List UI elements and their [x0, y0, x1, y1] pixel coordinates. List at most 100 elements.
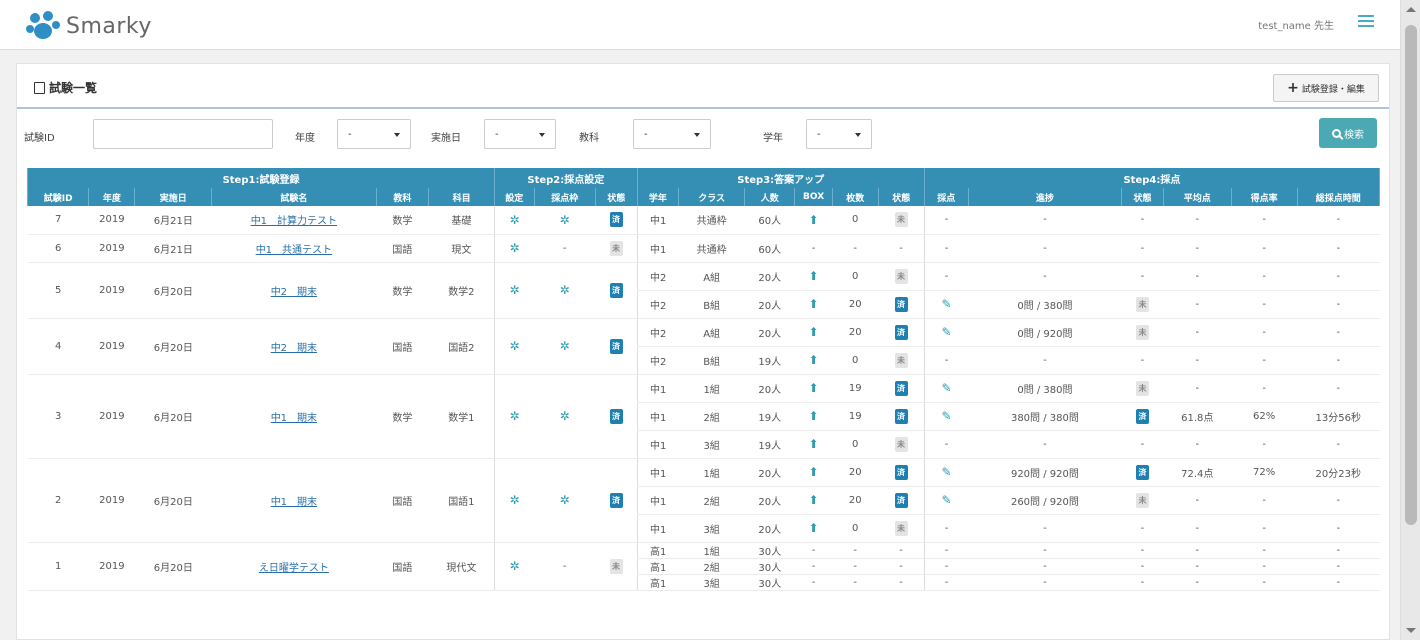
status-badge[interactable]: 未 [1135, 324, 1149, 340]
step4-status[interactable]: 未 [1121, 290, 1164, 319]
grade-select[interactable]: - [806, 119, 872, 149]
frame-cell[interactable]: - [534, 234, 596, 263]
step4-status[interactable]: 済 [1121, 402, 1164, 431]
exam-name[interactable]: 中1 共通テスト [211, 234, 377, 263]
gear-icon[interactable]: ✲ [510, 559, 520, 573]
column-header[interactable]: 年度 [88, 188, 136, 206]
pencil-icon[interactable]: ✎ [941, 493, 951, 507]
status-badge[interactable]: 未 [1135, 296, 1149, 312]
exam-name[interactable]: 中1 期末 [211, 458, 377, 543]
grade-cell[interactable]: ✎ [923, 458, 969, 487]
step4-status[interactable]: 未 [1121, 374, 1164, 403]
step3-status[interactable]: 未 [878, 262, 925, 291]
column-header[interactable]: 教科 [375, 188, 430, 206]
upload-icon[interactable]: ⬆ [809, 213, 819, 227]
date-select[interactable]: - [484, 119, 556, 149]
column-header[interactable]: 設定 [494, 188, 535, 206]
step2-status[interactable]: 済 [595, 458, 638, 543]
frame-cell[interactable]: ✲ [534, 318, 596, 375]
gear-icon[interactable]: ✲ [560, 283, 570, 297]
gear-icon[interactable]: ✲ [510, 339, 520, 353]
box-cell[interactable]: ⬆ [794, 290, 833, 319]
box-cell[interactable]: ⬆ [794, 374, 833, 403]
subject-select[interactable]: - [633, 119, 711, 149]
status-badge[interactable]: 未 [609, 240, 623, 256]
column-header[interactable]: 総採点時間 [1296, 188, 1381, 206]
gear-icon[interactable]: ✲ [560, 493, 570, 507]
upload-icon[interactable]: ⬆ [809, 409, 819, 423]
step4-status[interactable]: 済 [1121, 458, 1164, 487]
upload-icon[interactable]: ⬆ [809, 493, 819, 507]
gear-icon[interactable]: ✲ [560, 213, 570, 227]
exam-name[interactable]: 中1 計算力テスト [211, 206, 377, 235]
status-badge[interactable]: 未 [894, 352, 908, 368]
step2-status[interactable]: 未 [595, 542, 638, 591]
setting-cell[interactable]: ✲ [494, 318, 535, 375]
exam-name-link[interactable]: 中1 期末 [271, 497, 317, 508]
step4-status[interactable]: 未 [1121, 318, 1164, 347]
status-badge[interactable]: 済 [894, 296, 908, 312]
status-badge[interactable]: 済 [894, 464, 908, 480]
column-header[interactable]: 科目 [428, 188, 496, 206]
box-cell[interactable]: ⬆ [794, 262, 833, 291]
column-header[interactable]: BOX [794, 188, 833, 206]
scrollbar-thumb[interactable] [1405, 25, 1417, 525]
step2-status[interactable]: 済 [595, 318, 638, 375]
box-cell[interactable]: ⬆ [794, 346, 833, 375]
upload-icon[interactable]: ⬆ [809, 381, 819, 395]
status-badge[interactable]: 済 [1135, 464, 1149, 480]
step3-status[interactable]: 済 [878, 486, 925, 515]
pencil-icon[interactable]: ✎ [941, 297, 951, 311]
gear-icon[interactable]: ✲ [560, 339, 570, 353]
column-header[interactable]: 採点枠 [533, 188, 596, 206]
status-badge[interactable]: 未 [894, 212, 908, 228]
column-header[interactable]: 実施日 [134, 188, 213, 206]
status-badge[interactable]: 済 [1135, 408, 1149, 424]
pencil-icon[interactable]: ✎ [941, 325, 951, 339]
status-badge[interactable]: 済 [609, 212, 623, 228]
column-header[interactable]: 状態 [594, 188, 638, 206]
column-header[interactable]: 採点 [923, 188, 969, 206]
gear-icon[interactable]: ✲ [510, 493, 520, 507]
step3-status[interactable]: 未 [878, 346, 925, 375]
step3-status[interactable]: 済 [878, 402, 925, 431]
box-cell[interactable]: ⬆ [794, 206, 833, 235]
exam-name-link[interactable]: 中1 計算力テスト [251, 216, 337, 227]
step4-status[interactable]: 未 [1121, 486, 1164, 515]
upload-icon[interactable]: ⬆ [809, 325, 819, 339]
setting-cell[interactable]: ✲ [494, 374, 535, 459]
grade-cell[interactable]: ✎ [923, 402, 969, 431]
status-badge[interactable]: 済 [609, 492, 623, 508]
status-badge[interactable]: 済 [894, 380, 908, 396]
status-badge[interactable]: 未 [894, 436, 908, 452]
upload-icon[interactable]: ⬆ [809, 269, 819, 283]
exam-name[interactable]: 中2 期末 [211, 318, 377, 375]
column-header[interactable]: 人数 [744, 188, 796, 206]
column-header[interactable]: 平均点 [1162, 188, 1232, 206]
exam-name-link[interactable]: え日曜学テスト [259, 563, 329, 574]
step3-status[interactable]: 済 [878, 458, 925, 487]
step2-status[interactable]: 済 [595, 262, 638, 319]
step3-status[interactable]: 未 [878, 514, 925, 543]
status-badge[interactable]: 済 [609, 338, 623, 354]
pencil-icon[interactable]: ✎ [941, 381, 951, 395]
grade-cell[interactable]: ✎ [923, 374, 969, 403]
setting-cell[interactable]: ✲ [494, 206, 535, 235]
logo[interactable]: Smarky [26, 11, 152, 41]
exam-name[interactable]: 中2 期末 [211, 262, 377, 319]
status-badge[interactable]: 済 [609, 282, 623, 298]
upload-icon[interactable]: ⬆ [809, 353, 819, 367]
exam-name[interactable]: え日曜学テスト [211, 542, 377, 591]
step2-status[interactable]: 済 [595, 374, 638, 459]
status-badge[interactable]: 未 [1135, 380, 1149, 396]
step2-status[interactable]: 済 [595, 206, 638, 235]
step3-status[interactable]: 済 [878, 318, 925, 347]
box-cell[interactable]: ⬆ [794, 486, 833, 515]
column-header[interactable]: クラス [678, 188, 746, 206]
upload-icon[interactable]: ⬆ [809, 521, 819, 535]
box-cell[interactable]: ⬆ [794, 514, 833, 543]
frame-cell[interactable]: ✲ [534, 262, 596, 319]
search-button[interactable]: 検索 [1319, 118, 1377, 148]
box-cell[interactable]: ⬆ [794, 458, 833, 487]
hamburger-icon[interactable] [1358, 15, 1374, 29]
